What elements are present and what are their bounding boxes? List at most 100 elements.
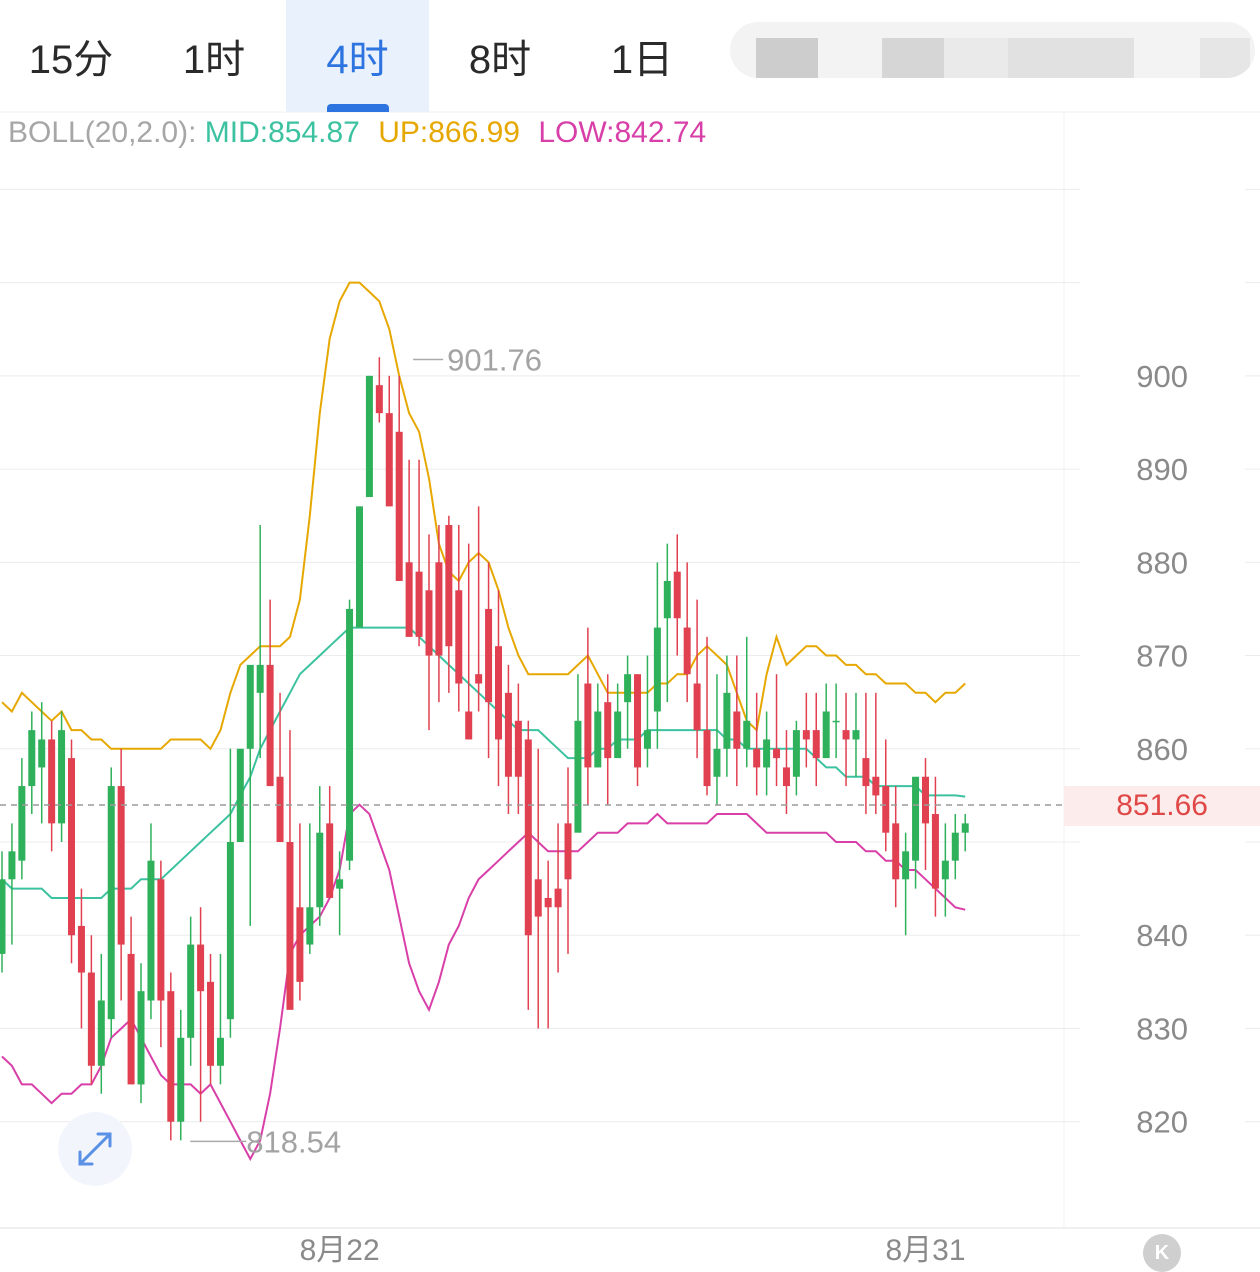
timeframe-tabs: 15分 1时 4时 8时 1日 bbox=[0, 0, 1260, 112]
x-tick-label: 8月31 bbox=[885, 1234, 965, 1267]
candle-body bbox=[624, 674, 632, 703]
candle-body bbox=[872, 776, 880, 796]
boll-mid-line bbox=[1, 626, 966, 899]
candle bbox=[326, 786, 334, 898]
candle-body bbox=[524, 739, 532, 936]
candle bbox=[822, 683, 830, 759]
tab-1h[interactable]: 1时 bbox=[142, 0, 286, 112]
candle bbox=[28, 711, 36, 815]
candle bbox=[485, 562, 493, 759]
candle-body bbox=[842, 730, 850, 740]
tab-15m[interactable]: 15分 bbox=[0, 0, 142, 112]
candle-body bbox=[266, 664, 274, 787]
candle bbox=[107, 767, 115, 1038]
candle bbox=[48, 720, 56, 852]
candle bbox=[882, 739, 890, 852]
more-timeframes-selector[interactable] bbox=[730, 22, 1255, 78]
candle bbox=[167, 972, 175, 1141]
candle bbox=[852, 692, 860, 777]
candle-body bbox=[614, 711, 622, 759]
candle bbox=[216, 953, 224, 1085]
boll-chart[interactable]: 901.76 818.54 900 890 880 870 860 840 830 820 8月… bbox=[0, 0, 1260, 1272]
candle-body bbox=[8, 851, 16, 880]
candle bbox=[77, 888, 85, 1029]
candle-body bbox=[753, 748, 761, 768]
indicator-name: BOLL(20,2.0): bbox=[8, 116, 197, 149]
candle-body bbox=[28, 730, 36, 787]
y-tick-label: 840 bbox=[1136, 918, 1188, 953]
candle bbox=[455, 525, 463, 712]
candle bbox=[921, 758, 929, 870]
min-price-annotation: 818.54 bbox=[246, 1124, 341, 1159]
candle bbox=[713, 674, 721, 805]
candle-body bbox=[316, 832, 324, 908]
candle-body bbox=[246, 664, 254, 749]
candle bbox=[336, 851, 344, 936]
candle-body bbox=[673, 571, 681, 619]
y-tick-label: 870 bbox=[1136, 639, 1188, 674]
candle-body bbox=[514, 720, 522, 777]
candle bbox=[584, 627, 592, 805]
candle-body bbox=[425, 590, 433, 656]
candle-body bbox=[236, 748, 244, 843]
candle bbox=[197, 907, 205, 1122]
candle-body bbox=[346, 608, 354, 861]
candle-body bbox=[97, 1000, 105, 1066]
candle-body bbox=[584, 683, 592, 768]
candle-body bbox=[743, 720, 751, 749]
candle-body bbox=[653, 627, 661, 712]
candle bbox=[683, 562, 691, 703]
max-price-annotation: 901.76 bbox=[447, 342, 542, 377]
boll-up-value: UP:866.99 bbox=[378, 116, 520, 149]
tab-8h[interactable]: 8时 bbox=[429, 0, 571, 112]
candle-body bbox=[137, 991, 145, 1085]
y-tick-label: 860 bbox=[1136, 732, 1188, 767]
candle bbox=[554, 823, 562, 973]
y-tick-label: 830 bbox=[1136, 1011, 1188, 1046]
candle-body bbox=[663, 580, 671, 619]
candle-body bbox=[902, 851, 910, 880]
candle bbox=[941, 823, 949, 917]
candle-body bbox=[256, 664, 264, 693]
candle-body bbox=[87, 972, 95, 1066]
candle-body bbox=[207, 981, 215, 1066]
y-tick-label: 820 bbox=[1136, 1105, 1188, 1140]
candle-body bbox=[336, 879, 344, 889]
tab-1d[interactable]: 1日 bbox=[571, 0, 713, 112]
candle bbox=[365, 375, 373, 498]
candle bbox=[306, 823, 314, 954]
candle-body bbox=[703, 730, 711, 787]
candle-body bbox=[355, 506, 363, 628]
candle bbox=[643, 655, 651, 768]
tab-label: 4时 bbox=[326, 38, 389, 82]
candle bbox=[802, 692, 810, 768]
candle bbox=[504, 664, 512, 815]
current-price-tag: 851.66 bbox=[1064, 786, 1260, 826]
expand-chart-button[interactable] bbox=[58, 1112, 132, 1186]
candle-body bbox=[862, 758, 870, 787]
candle bbox=[872, 692, 880, 815]
candle bbox=[624, 655, 632, 749]
y-tick-label: 880 bbox=[1136, 545, 1188, 580]
candle bbox=[58, 711, 66, 843]
candle-body bbox=[216, 1037, 224, 1066]
candle-body bbox=[455, 590, 463, 684]
candle-body bbox=[286, 842, 294, 1010]
collapse-panel-button[interactable]: K bbox=[1143, 1234, 1181, 1272]
candle-body bbox=[385, 413, 393, 507]
candle-body bbox=[544, 897, 552, 908]
candle-body bbox=[921, 776, 929, 824]
candle-body bbox=[187, 944, 195, 1038]
candle-body bbox=[18, 786, 26, 861]
candle-body bbox=[375, 385, 383, 414]
boll-low-line bbox=[1, 803, 966, 1162]
candle-body bbox=[852, 730, 860, 740]
candle bbox=[375, 357, 383, 423]
active-tab-indicator bbox=[326, 104, 389, 112]
tab-4h[interactable]: 4时 bbox=[286, 0, 429, 112]
candle bbox=[346, 599, 354, 870]
candle bbox=[18, 758, 26, 880]
candle bbox=[782, 730, 790, 815]
candle-body bbox=[485, 608, 493, 703]
candle bbox=[773, 674, 781, 787]
